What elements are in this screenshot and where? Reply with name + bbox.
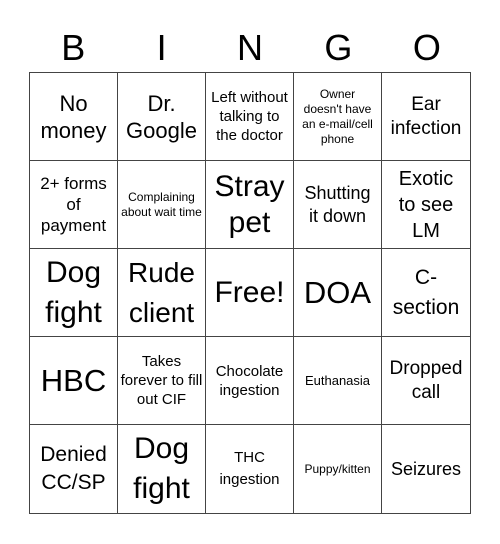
bingo-cell[interactable]: Shutting it down	[294, 161, 382, 249]
cell-text: Takes forever to fill out CIF	[120, 353, 203, 408]
bingo-cell[interactable]: Puppy/kitten	[294, 425, 382, 513]
bingo-grid: No money Dr. Google Left without talking…	[29, 72, 471, 514]
cell-text: Rude client	[128, 256, 195, 328]
cell-text: Dog fight	[133, 432, 190, 505]
bingo-cell[interactable]: Chocolate ingestion	[206, 337, 294, 425]
bingo-cell[interactable]: Dog fight	[30, 249, 118, 337]
cell-text: Shutting it down	[304, 182, 371, 226]
cell-text: HBC	[40, 362, 107, 398]
header-letter-i: I	[156, 27, 167, 68]
cell-text: Dr. Google	[126, 90, 197, 143]
cell-text: Dog fight	[45, 255, 102, 329]
bingo-cell[interactable]: DOA	[294, 249, 382, 337]
cell-text: C-section	[392, 265, 460, 319]
header-letter-g: G	[324, 27, 353, 68]
cell-text: Exotic to see LM	[398, 167, 454, 242]
bingo-cell[interactable]: Rude client	[118, 249, 206, 337]
bingo-cell[interactable]: No money	[30, 73, 118, 161]
bingo-cell[interactable]: C-section	[382, 249, 470, 337]
bingo-cell[interactable]: Dropped call	[382, 337, 470, 425]
bingo-cell[interactable]: Exotic to see LM	[382, 161, 470, 249]
cell-text: DOA	[303, 274, 372, 310]
cell-text: Euthanasia	[304, 372, 371, 388]
bingo-cell[interactable]: Dog fight	[118, 425, 206, 513]
cell-text: Owner doesn't have an e-mail/cell phone	[302, 86, 373, 146]
bingo-cell[interactable]: Denied CC/SP	[30, 425, 118, 513]
bingo-header: B I N G O	[29, 24, 471, 72]
cell-text: No money	[40, 90, 107, 143]
cell-text: 2+ forms of payment	[40, 174, 107, 235]
bingo-cell[interactable]: Ear infection	[382, 73, 470, 161]
cell-text: Denied CC/SP	[40, 443, 107, 494]
header-letter-o: O	[412, 27, 441, 68]
cell-text: Chocolate ingestion	[215, 362, 284, 399]
header-letter-b: B	[61, 27, 86, 68]
bingo-cell[interactable]: Dr. Google	[118, 73, 206, 161]
bingo-cell[interactable]: HBC	[30, 337, 118, 425]
bingo-cell[interactable]: Stray pet	[206, 161, 294, 249]
bingo-cell[interactable]: Euthanasia	[294, 337, 382, 425]
bingo-cell[interactable]: 2+ forms of payment	[30, 161, 118, 249]
bingo-cell[interactable]: THC ingestion	[206, 425, 294, 513]
cell-text: Left without talking to the doctor	[211, 89, 288, 144]
cell-text: THC ingestion	[219, 449, 280, 488]
bingo-cell[interactable]: Left without talking to the doctor	[206, 73, 294, 161]
cell-text: Ear infection	[390, 93, 462, 139]
cell-text: Seizures	[390, 458, 462, 479]
cell-text: Stray pet	[214, 169, 285, 239]
cell-text: Puppy/kitten	[304, 461, 371, 476]
bingo-cell[interactable]: Seizures	[382, 425, 470, 513]
cell-text: Dropped call	[389, 357, 463, 403]
bingo-cell[interactable]: Complaining about wait time	[118, 161, 206, 249]
header-letter-n: N	[237, 27, 264, 68]
free-space-cell[interactable]: Free!	[206, 249, 294, 337]
bingo-cell[interactable]: Takes forever to fill out CIF	[118, 337, 206, 425]
bingo-cell[interactable]: Owner doesn't have an e-mail/cell phone	[294, 73, 382, 161]
cell-text: Free!	[214, 275, 285, 309]
cell-text: Complaining about wait time	[121, 189, 202, 219]
